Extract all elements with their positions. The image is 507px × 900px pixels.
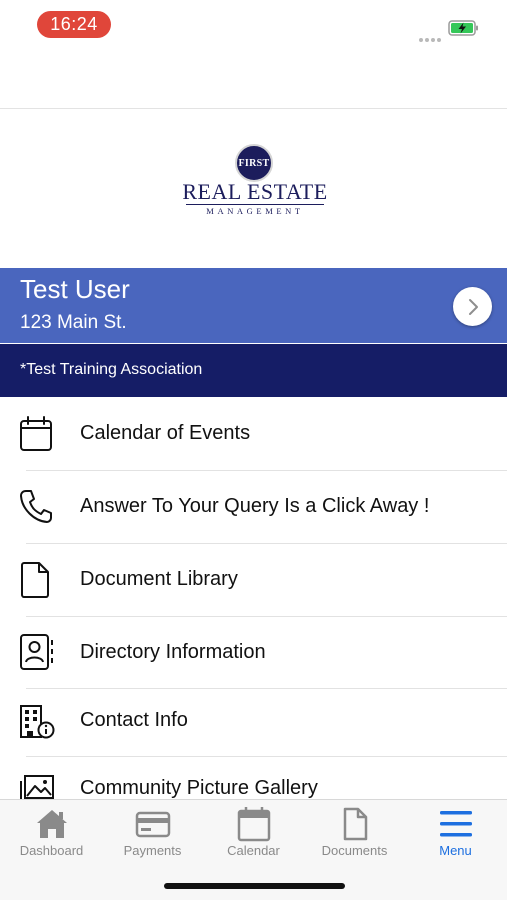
user-profile-banner[interactable]: Test User 123 Main St.	[0, 268, 507, 343]
calendar-icon	[19, 416, 53, 451]
home-icon	[34, 806, 70, 842]
battery-icon	[448, 20, 479, 36]
logo-emblem: FIRST	[235, 144, 273, 182]
tab-documents[interactable]: Documents	[304, 800, 405, 870]
menu-item-picture-gallery[interactable]: Community Picture Gallery	[0, 757, 507, 799]
credit-card-icon	[135, 806, 171, 842]
logo-main-text: REAL ESTATE	[182, 179, 328, 204]
hamburger-menu-icon	[438, 806, 474, 842]
menu-item-label: Calendar of Events	[80, 422, 251, 444]
menu-item-label: Directory Information	[80, 641, 266, 663]
home-indicator[interactable]	[164, 883, 345, 889]
phone-icon	[19, 488, 53, 523]
tab-calendar[interactable]: Calendar	[203, 800, 304, 870]
menu-item-document-library[interactable]: Document Library	[0, 544, 507, 616]
tab-payments[interactable]: Payments	[102, 800, 203, 870]
tab-label: Calendar	[227, 843, 280, 858]
menu-list: Calendar of Events Answer To Your Query …	[0, 397, 507, 799]
menu-item-label: Community Picture Gallery	[80, 777, 318, 799]
document-icon	[19, 561, 53, 598]
menu-item-calendar[interactable]: Calendar of Events	[0, 397, 507, 469]
menu-item-label: Contact Info	[80, 709, 188, 731]
header-divider	[0, 108, 507, 109]
picture-icon	[19, 774, 54, 799]
tab-dashboard[interactable]: Dashboard	[1, 800, 102, 870]
calendar-icon	[236, 806, 272, 842]
menu-item-label: Document Library	[80, 568, 238, 590]
association-bar[interactable]: *Test Training Association	[0, 344, 507, 397]
logo-sub-text: MANAGEMENT	[206, 206, 304, 216]
status-time: 16:24	[37, 11, 111, 38]
contact-card-icon	[19, 633, 53, 670]
signal-icon	[419, 29, 443, 47]
menu-item-directory[interactable]: Directory Information	[0, 617, 507, 689]
logo-rule	[186, 204, 324, 205]
user-name: Test User	[20, 274, 130, 304]
user-address: 123 Main St.	[20, 312, 127, 333]
tab-label: Payments	[123, 843, 182, 858]
document-icon	[337, 806, 373, 842]
tab-menu[interactable]: Menu	[405, 800, 506, 870]
menu-item-query[interactable]: Answer To Your Query Is a Click Away !	[0, 471, 507, 543]
status-bar: 16:24	[0, 0, 507, 50]
company-logo: FIRST REAL ESTATE MANAGEMENT	[180, 143, 330, 223]
tab-label: Documents	[321, 843, 388, 858]
building-info-icon	[19, 704, 55, 739]
association-name: *Test Training Association	[20, 361, 203, 378]
profile-arrow-button[interactable]	[453, 287, 492, 326]
chevron-right-icon	[469, 299, 478, 315]
menu-item-label: Answer To Your Query Is a Click Away !	[80, 495, 430, 517]
tab-label: Menu	[439, 843, 472, 858]
tab-label: Dashboard	[19, 843, 84, 858]
menu-item-contact-info[interactable]: Contact Info	[0, 689, 507, 761]
